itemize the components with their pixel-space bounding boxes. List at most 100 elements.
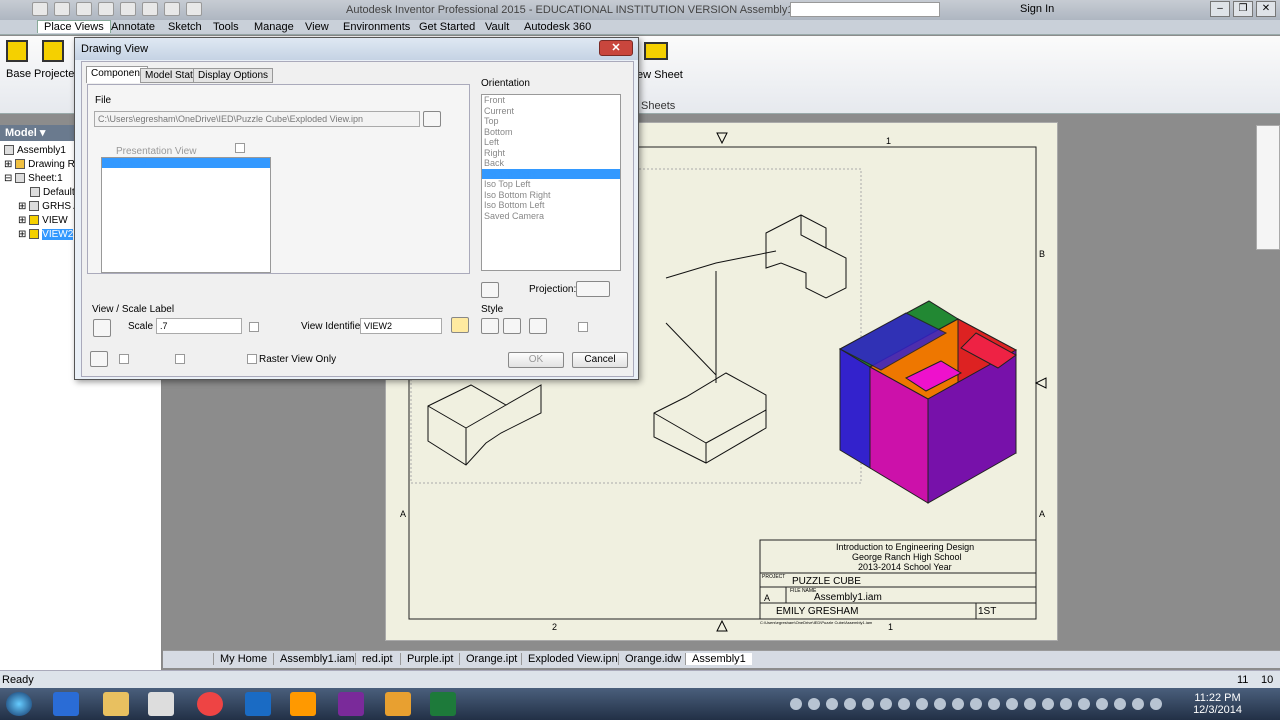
print-icon[interactable] xyxy=(164,2,180,16)
base-view-icon[interactable] xyxy=(6,40,28,62)
edit-label-pencil-icon[interactable] xyxy=(451,317,469,333)
undo-icon[interactable] xyxy=(98,2,114,16)
scale-visibility-checkbox[interactable] xyxy=(249,322,259,332)
doc-tab-orange-ipt[interactable]: Orange.ipt xyxy=(459,653,523,665)
tray-icon[interactable] xyxy=(988,698,1000,710)
tray-icon[interactable] xyxy=(952,698,964,710)
new-icon[interactable] xyxy=(32,2,48,16)
orientation-item[interactable]: Front xyxy=(482,95,620,106)
style-shaded-icon[interactable] xyxy=(529,318,547,334)
scale-combo[interactable]: .7 xyxy=(156,318,242,334)
orientation-item[interactable]: Saved Camera xyxy=(482,211,620,222)
tab-environments[interactable]: Environments xyxy=(343,21,410,33)
presentation-item[interactable]: Explosion1 xyxy=(102,158,270,168)
chrome-icon[interactable] xyxy=(197,692,223,716)
custom-view-icon[interactable] xyxy=(481,282,499,298)
tray-icon[interactable] xyxy=(1060,698,1072,710)
tab-autodesk-360[interactable]: Autodesk 360 xyxy=(524,21,591,33)
tray-icon[interactable] xyxy=(808,698,820,710)
orientation-item-selected[interactable]: Iso Top Right xyxy=(482,168,620,179)
tab-sketch[interactable]: Sketch xyxy=(168,21,202,33)
tree-item-sheet[interactable]: ⊟ Sheet:1 xyxy=(4,173,63,184)
start-button-icon[interactable] xyxy=(6,692,32,716)
update-icon[interactable] xyxy=(186,2,202,16)
dialog-close-button[interactable]: ✕ xyxy=(599,40,633,56)
projected-view-label[interactable]: Projecte xyxy=(34,68,74,80)
projected-view-icon[interactable] xyxy=(42,40,64,62)
excel-icon[interactable] xyxy=(430,692,456,716)
tab-annotate[interactable]: Annotate xyxy=(111,21,155,33)
tray-icon[interactable] xyxy=(898,698,910,710)
tab-vault[interactable]: Vault xyxy=(485,21,509,33)
minimize-button[interactable]: – xyxy=(1210,1,1230,17)
internet-explorer-icon[interactable] xyxy=(53,692,79,716)
tray-icon[interactable] xyxy=(826,698,838,710)
system-clock[interactable]: 11:22 PM 12/3/2014 xyxy=(1193,692,1242,716)
doc-tab-my-home[interactable]: My Home xyxy=(213,653,273,665)
tray-icon[interactable] xyxy=(862,698,874,710)
tab-component[interactable]: Component xyxy=(86,66,148,83)
tray-icon[interactable] xyxy=(1150,698,1162,710)
redo-icon[interactable] xyxy=(120,2,136,16)
inventor-icon[interactable] xyxy=(385,692,411,716)
save-icon[interactable] xyxy=(76,2,92,16)
tray-icon[interactable] xyxy=(1078,698,1090,710)
tree-item-drawing-resources[interactable]: ⊞ Drawing Re xyxy=(4,159,80,170)
tab-place-views[interactable]: Place Views xyxy=(37,20,111,33)
orientation-item[interactable]: Back xyxy=(482,158,620,169)
tree-item-assembly[interactable]: Assembly1 xyxy=(4,145,66,156)
style-hidden-line-icon[interactable] xyxy=(481,318,499,334)
tray-icon[interactable] xyxy=(916,698,928,710)
orientation-item[interactable]: Iso Top Left xyxy=(482,179,620,190)
base-view-label[interactable]: Base xyxy=(6,68,31,80)
presentation-checkbox[interactable] xyxy=(235,143,245,153)
file-path-field[interactable]: C:\Users\egresham\OneDrive\IED\Puzzle Cu… xyxy=(94,111,420,127)
doc-tab-orange-idw[interactable]: Orange.idw xyxy=(618,653,687,665)
raster-view-checkbox[interactable] xyxy=(247,354,257,364)
tree-item-view2[interactable]: ⊞ VIEW2 xyxy=(18,229,74,240)
orientation-list[interactable]: Front Current Top Bottom Left Right Back… xyxy=(481,94,621,271)
new-sheet-label[interactable]: ew Sheet xyxy=(637,69,683,81)
doc-tab-assembly1-active[interactable]: Assembly1 xyxy=(685,653,752,665)
tray-icon[interactable] xyxy=(1006,698,1018,710)
orientation-item[interactable]: Right xyxy=(482,148,620,159)
tree-item-title-block[interactable]: ⊞ GRHS A xyxy=(18,201,80,212)
orientation-item[interactable]: Iso Bottom Left xyxy=(482,200,620,211)
restore-button[interactable]: ❐ xyxy=(1233,1,1253,17)
file-explorer-icon[interactable] xyxy=(103,692,129,716)
home-icon[interactable] xyxy=(142,2,158,16)
help-search-input[interactable] xyxy=(790,2,940,17)
presentation-list[interactable]: Explosion1 xyxy=(101,157,271,273)
tray-icon[interactable] xyxy=(1114,698,1126,710)
tray-icon[interactable] xyxy=(844,698,856,710)
tree-item-default-border[interactable]: Default xyxy=(30,187,75,198)
onenote-icon[interactable] xyxy=(338,692,364,716)
tree-item-view1[interactable]: ⊞ VIEW xyxy=(18,215,68,226)
tab-get-started[interactable]: Get Started xyxy=(419,21,475,33)
orientation-item[interactable]: Current xyxy=(482,106,620,117)
tray-icon[interactable] xyxy=(934,698,946,710)
doc-tab-purple[interactable]: Purple.ipt xyxy=(400,653,459,665)
tray-icon[interactable] xyxy=(1096,698,1108,710)
doc-tab-assembly1-iam[interactable]: Assembly1.iam xyxy=(273,653,361,665)
tray-icon[interactable] xyxy=(1024,698,1036,710)
tab-display-options[interactable]: Display Options xyxy=(193,68,274,83)
sign-in-link[interactable]: Sign In xyxy=(1020,3,1054,15)
style-from-base-checkbox[interactable] xyxy=(578,322,588,332)
label-visibility-icon[interactable] xyxy=(93,319,111,337)
tray-icon[interactable] xyxy=(970,698,982,710)
orientation-item[interactable]: Iso Bottom Right xyxy=(482,190,620,201)
tab-tools[interactable]: Tools xyxy=(213,21,239,33)
orientation-item[interactable]: Left xyxy=(482,137,620,148)
tray-icon[interactable] xyxy=(880,698,892,710)
tray-icon[interactable] xyxy=(790,698,802,710)
cancel-button[interactable]: Cancel xyxy=(572,352,628,368)
media-player-icon[interactable] xyxy=(148,692,174,716)
orientation-item[interactable]: Top xyxy=(482,116,620,127)
projection-type-icon[interactable] xyxy=(576,281,610,297)
browse-folder-icon[interactable] xyxy=(423,111,441,127)
tray-icon[interactable] xyxy=(1042,698,1054,710)
tray-icon[interactable] xyxy=(1132,698,1144,710)
ok-button[interactable]: OK xyxy=(508,352,564,368)
tab-view[interactable]: View xyxy=(305,21,329,33)
